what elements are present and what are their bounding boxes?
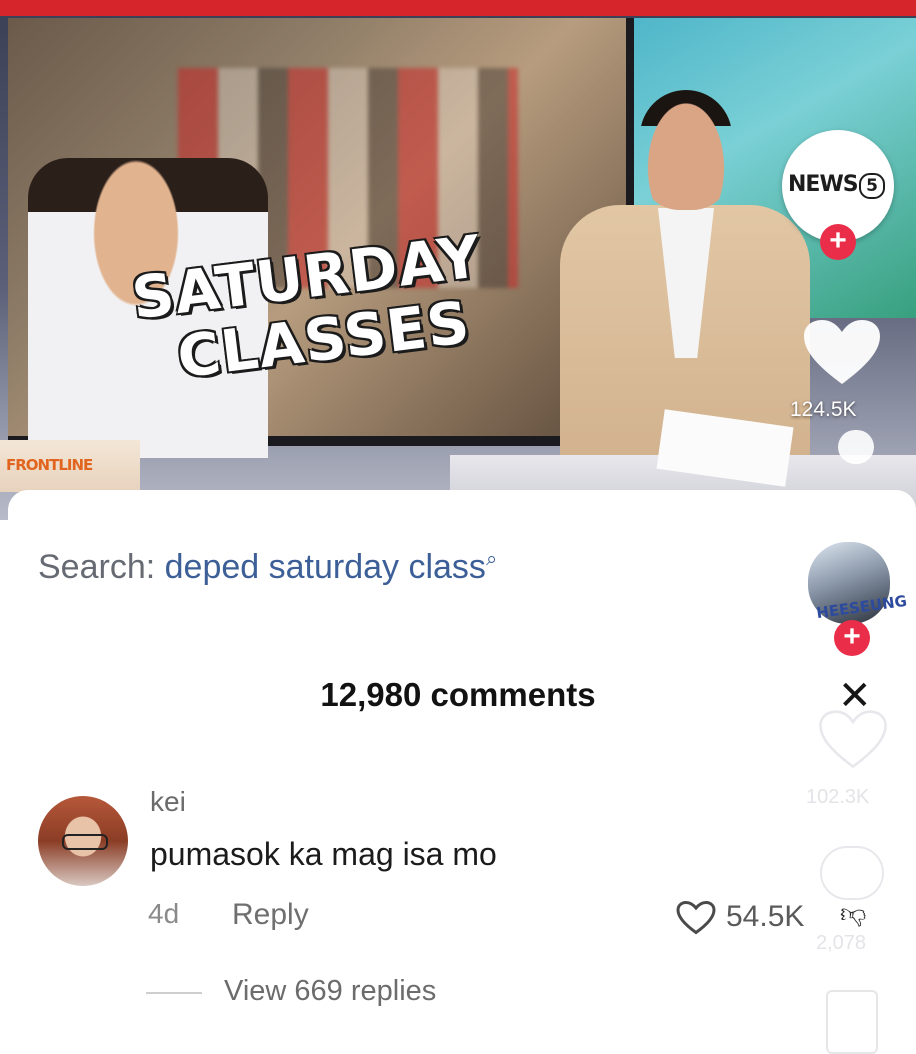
follow-plus-icon[interactable]: + <box>820 224 856 260</box>
program-logo: FRONTLINE <box>0 440 140 492</box>
bookmark-icon[interactable] <box>826 990 878 1054</box>
search-icon[interactable]: ⌕ <box>486 549 497 571</box>
comment-username[interactable]: kei <box>150 786 186 818</box>
replies-divider <box>146 992 202 994</box>
side-comment-count: 2,078 <box>816 932 867 954</box>
program-logo-text: FRONTLINE <box>6 456 93 474</box>
comment-icon[interactable] <box>838 430 874 464</box>
side-heart-icon[interactable] <box>818 710 888 770</box>
reply-button[interactable]: Reply <box>232 898 309 932</box>
video-player[interactable]: SATURDAY CLASSES FRONTLINE NEWS 5 + 124.5… <box>0 0 916 520</box>
comment-like-count: 54.5K <box>726 900 805 933</box>
anchor-head <box>640 90 732 210</box>
side-comment-bubble-icon[interactable] <box>820 846 884 900</box>
comment-text: pumasok ka mag isa mo <box>150 836 497 872</box>
like-heart-icon[interactable] <box>802 318 882 388</box>
search-query[interactable]: deped saturday class <box>165 548 486 586</box>
comment-age: 4d <box>148 898 180 929</box>
search-prefix: Search: <box>38 548 165 586</box>
side-like-count: 102.3K <box>806 786 870 808</box>
comments-count-title: 12,980 comments <box>320 676 596 713</box>
commenter-avatar[interactable] <box>38 796 128 886</box>
comment-heart-icon[interactable] <box>676 900 716 936</box>
top-red-strip <box>0 0 916 16</box>
view-replies-link[interactable]: View 669 replies <box>224 975 436 1008</box>
search-suggestion[interactable]: Search: deped saturday class⌕ <box>38 548 497 587</box>
studio-monitor <box>8 18 634 458</box>
dislike-icon[interactable]: 👎︎ <box>840 898 866 929</box>
channel-logo: NEWS 5 <box>788 172 885 199</box>
follow-creator-plus-icon[interactable]: + <box>834 620 870 656</box>
avatar-glasses <box>62 834 108 850</box>
video-like-count: 124.5K <box>790 398 857 421</box>
